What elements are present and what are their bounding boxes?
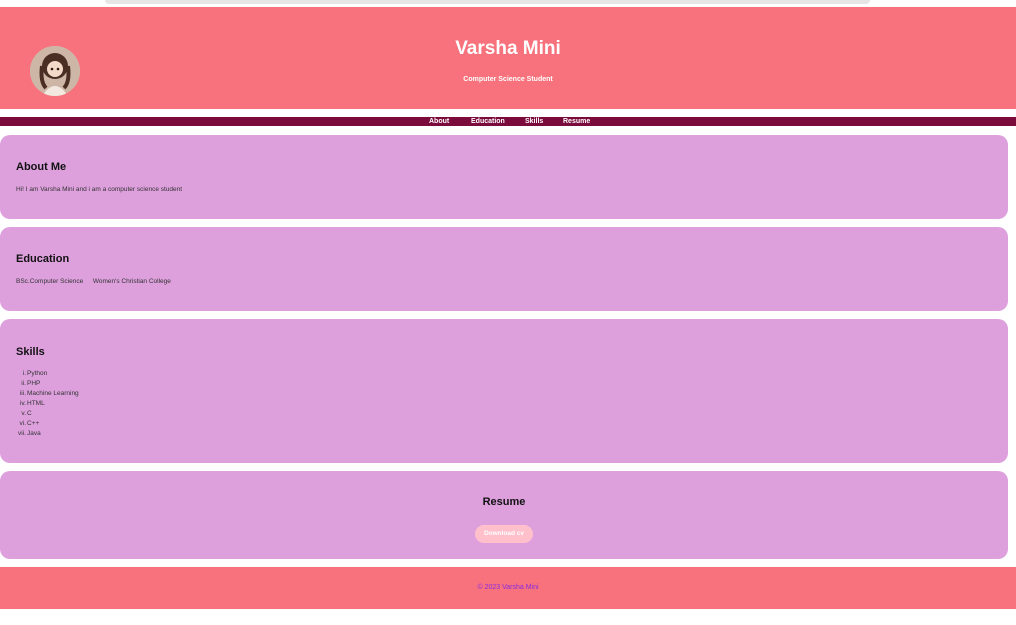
about-section: About Me Hi! I am Varsha Mini and i am a…	[0, 135, 1008, 219]
list-item-label: C++	[27, 420, 40, 427]
list-item: vii.Java	[15, 429, 79, 439]
site-title: Varsha Mini	[455, 38, 561, 59]
nav-item-resume[interactable]: Resume	[563, 117, 590, 126]
skills-list: i.Python ii.PHP iii.Machine Learning iv.…	[15, 369, 79, 439]
list-item-number: ii.	[21, 380, 26, 387]
skills-section: Skills i.Python ii.PHP iii.Machine Learn…	[0, 319, 1008, 463]
list-item-label: HTML	[27, 400, 45, 407]
site-subtitle: Computer Science Student	[463, 76, 553, 83]
about-title: About Me	[16, 161, 67, 173]
copyright-text: © 2023 Varsha Mini	[477, 584, 539, 591]
education-degree: BSc.Computer Science	[16, 278, 84, 285]
download-cv-button[interactable]: Download cv	[475, 525, 533, 543]
list-item-label: PHP	[27, 380, 41, 387]
list-item: v.C	[15, 409, 79, 419]
list-item-number: vii.	[18, 430, 26, 437]
main-nav: About Education Skills Resume	[0, 117, 1016, 126]
list-item-number: i.	[22, 370, 26, 377]
list-item-label: Java	[27, 430, 41, 437]
skills-title: Skills	[16, 346, 45, 358]
education-college: Women's Christian College	[92, 278, 171, 285]
education-title: Education	[16, 253, 70, 265]
list-item: iv.HTML	[15, 399, 79, 409]
list-item-number: iv.	[19, 400, 26, 407]
nav-item-skills[interactable]: Skills	[525, 117, 543, 126]
nav-item-about[interactable]: About	[429, 117, 449, 126]
resume-title: Resume	[482, 496, 526, 508]
about-text: Hi! I am Varsha Mini and i am a computer…	[16, 186, 183, 193]
list-item: iii.Machine Learning	[15, 389, 79, 399]
list-item-label: C	[27, 410, 32, 417]
site-footer: © 2023 Varsha Mini	[0, 567, 1016, 609]
list-item-number: iii.	[19, 390, 26, 397]
list-item: ii.PHP	[15, 379, 79, 389]
site-header: Varsha Mini Computer Science Student	[0, 7, 1016, 109]
education-row: BSc.Computer Science Women's Christian C…	[16, 278, 171, 285]
list-item: i.Python	[15, 369, 79, 379]
nav-item-education[interactable]: Education	[471, 117, 505, 126]
list-item-number: vi.	[19, 420, 27, 427]
list-item-label: Python	[27, 370, 48, 377]
list-item-number: v.	[21, 410, 26, 417]
list-item: vi.C++	[15, 419, 79, 429]
resume-section: Resume Download cv	[0, 471, 1008, 559]
education-section: Education BSc.Computer Science Women's C…	[0, 227, 1008, 311]
list-item-label: Machine Learning	[27, 390, 79, 397]
browser-scrollbar[interactable]	[105, 0, 870, 4]
